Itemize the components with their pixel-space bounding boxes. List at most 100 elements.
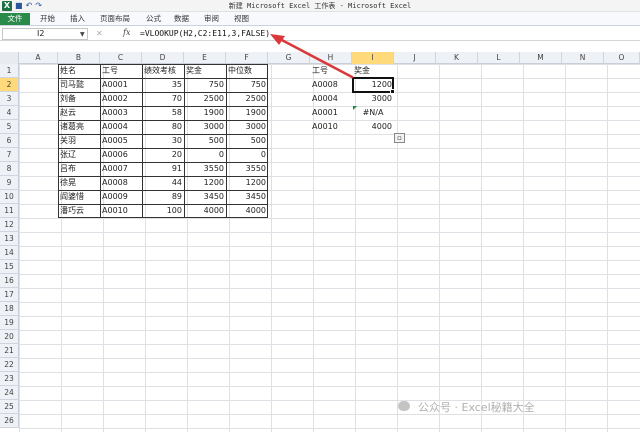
table-cell[interactable]: 3000 — [184, 120, 226, 134]
column-header-c[interactable]: C — [100, 52, 142, 64]
table-cell[interactable]: 35 — [142, 78, 184, 92]
table-cell[interactable]: A0008 — [100, 176, 142, 190]
row-header-22[interactable]: 22 — [0, 358, 19, 372]
table-cell[interactable]: A0010 — [100, 204, 142, 218]
row-header-15[interactable]: 15 — [0, 260, 19, 274]
row-header-9[interactable]: 9 — [0, 176, 19, 190]
tab-page-layout[interactable]: 页面布局 — [96, 13, 134, 25]
header-cell[interactable]: 绩效考核 — [142, 64, 184, 78]
paste-options-icon[interactable]: ▫ — [394, 133, 405, 143]
lookup-id-cell[interactable]: A0001 — [310, 106, 352, 120]
table-cell[interactable]: A0006 — [100, 148, 142, 162]
table-cell[interactable]: 3450 — [184, 190, 226, 204]
table-cell[interactable]: A0005 — [100, 134, 142, 148]
tab-home[interactable]: 开始 — [36, 13, 59, 25]
table-cell[interactable]: 诸葛亮 — [58, 120, 100, 134]
formula-cancel-icon[interactable]: ✕ — [96, 29, 116, 39]
row-header-4[interactable]: 4 — [0, 106, 19, 120]
header-cell[interactable]: 工号 — [100, 64, 142, 78]
row-header-1[interactable]: 1 — [0, 64, 19, 78]
table-cell[interactable]: 89 — [142, 190, 184, 204]
chevron-down-icon[interactable]: ▼ — [80, 31, 85, 38]
column-header-i[interactable]: I — [352, 52, 394, 64]
table-cell[interactable]: 30 — [142, 134, 184, 148]
column-header-m[interactable]: M — [520, 52, 562, 64]
row-header-10[interactable]: 10 — [0, 190, 19, 204]
lookup-result-cell[interactable]: #N/A — [352, 106, 394, 120]
table-cell[interactable]: 3550 — [184, 162, 226, 176]
insert-function-icon[interactable]: fx — [123, 28, 130, 37]
table-cell[interactable]: 20 — [142, 148, 184, 162]
table-cell[interactable]: 关羽 — [58, 134, 100, 148]
name-box[interactable]: I2 — [2, 28, 88, 40]
table-cell[interactable]: A0009 — [100, 190, 142, 204]
select-all-corner[interactable] — [0, 52, 19, 64]
table-cell[interactable]: 徐晃 — [58, 176, 100, 190]
row-header-8[interactable]: 8 — [0, 162, 19, 176]
row-header-19[interactable]: 19 — [0, 316, 19, 330]
table-cell[interactable]: 0 — [184, 148, 226, 162]
table-cell[interactable]: 1900 — [184, 106, 226, 120]
table-cell[interactable]: 750 — [226, 78, 268, 92]
lookup-header-cell[interactable]: 奖金 — [352, 64, 394, 78]
column-header-e[interactable]: E — [184, 52, 226, 64]
header-cell[interactable]: 奖金 — [184, 64, 226, 78]
row-header-16[interactable]: 16 — [0, 274, 19, 288]
tab-insert[interactable]: 插入 — [66, 13, 89, 25]
row-header-25[interactable]: 25 — [0, 400, 19, 414]
row-header-2[interactable]: 2 — [0, 78, 19, 92]
row-header-17[interactable]: 17 — [0, 288, 19, 302]
table-cell[interactable]: 80 — [142, 120, 184, 134]
column-header-g[interactable]: G — [268, 52, 310, 64]
lookup-id-cell[interactable]: A0004 — [310, 92, 352, 106]
column-header-f[interactable]: F — [226, 52, 268, 64]
table-cell[interactable]: 刘备 — [58, 92, 100, 106]
row-header-7[interactable]: 7 — [0, 148, 19, 162]
row-header-11[interactable]: 11 — [0, 204, 19, 218]
table-cell[interactable]: 1900 — [226, 106, 268, 120]
error-indicator-icon[interactable] — [353, 106, 357, 110]
tab-data[interactable]: 数据 — [170, 13, 193, 25]
row-header-18[interactable]: 18 — [0, 302, 19, 316]
lookup-header-cell[interactable]: 工号 — [310, 64, 352, 78]
row-header-26[interactable]: 26 — [0, 414, 19, 428]
table-cell[interactable]: A0007 — [100, 162, 142, 176]
table-cell[interactable]: 70 — [142, 92, 184, 106]
table-cell[interactable]: 3000 — [226, 120, 268, 134]
column-header-d[interactable]: D — [142, 52, 184, 64]
lookup-result-cell[interactable]: 4000 — [352, 120, 394, 134]
table-cell[interactable]: 100 — [142, 204, 184, 218]
table-cell[interactable]: A0004 — [100, 120, 142, 134]
table-cell[interactable]: A0002 — [100, 92, 142, 106]
header-cell[interactable]: 姓名 — [58, 64, 100, 78]
row-header-13[interactable]: 13 — [0, 232, 19, 246]
table-cell[interactable]: 张辽 — [58, 148, 100, 162]
table-cell[interactable]: 吕布 — [58, 162, 100, 176]
table-cell[interactable]: 500 — [184, 134, 226, 148]
column-header-h[interactable]: H — [310, 52, 352, 64]
table-cell[interactable]: 1200 — [184, 176, 226, 190]
column-header-l[interactable]: L — [478, 52, 520, 64]
column-header-a[interactable]: A — [19, 52, 58, 64]
active-cell-selection[interactable] — [352, 77, 394, 93]
column-header-b[interactable]: B — [58, 52, 100, 64]
table-cell[interactable]: 潘巧云 — [58, 204, 100, 218]
row-header-23[interactable]: 23 — [0, 372, 19, 386]
formula-input[interactable]: =VLOOKUP(H2,C2:E11,3,FALSE) — [140, 28, 270, 40]
lookup-id-cell[interactable]: A0010 — [310, 120, 352, 134]
tab-view[interactable]: 视图 — [230, 13, 253, 25]
table-cell[interactable]: 赵云 — [58, 106, 100, 120]
table-cell[interactable]: 3450 — [226, 190, 268, 204]
table-cell[interactable]: 500 — [226, 134, 268, 148]
table-cell[interactable]: 1200 — [226, 176, 268, 190]
row-header-24[interactable]: 24 — [0, 386, 19, 400]
row-header-12[interactable]: 12 — [0, 218, 19, 232]
tab-review[interactable]: 审阅 — [200, 13, 223, 25]
table-cell[interactable]: A0001 — [100, 78, 142, 92]
table-cell[interactable]: 750 — [184, 78, 226, 92]
row-header-14[interactable]: 14 — [0, 246, 19, 260]
header-cell[interactable]: 中位数 — [226, 64, 268, 78]
table-cell[interactable]: 58 — [142, 106, 184, 120]
table-cell[interactable]: 91 — [142, 162, 184, 176]
lookup-id-cell[interactable]: A0008 — [310, 78, 352, 92]
